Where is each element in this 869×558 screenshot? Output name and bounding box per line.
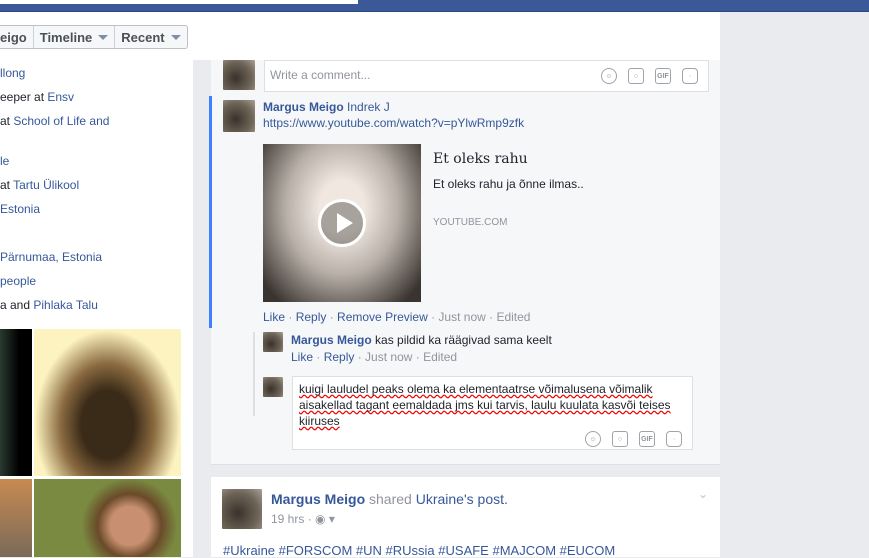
intro-item: llong [0,66,25,80]
preview-description: Et oleks rahu ja õnne ilmas.. [433,177,584,191]
shared-page-link[interactable]: Ukraine [416,491,464,507]
intro-link[interactable]: Pärnumaa, Estonia [0,250,102,264]
reply-link[interactable]: Reply [296,310,327,324]
video-thumbnail[interactable] [263,144,421,302]
globe-icon: ◉ [315,512,326,526]
intro-column: llong eeper at Ensv at School of Life an… [0,60,193,557]
shared-post: Margus Meigo shared Ukraine's post. 19 h… [211,477,720,558]
intro-link[interactable]: people [0,274,36,288]
chevron-down-icon [170,34,181,40]
intro-link[interactable]: Tartu Ülikool [13,178,79,192]
comment: Margus Meigo Indrek J https://www.youtub… [263,100,524,132]
intro-link[interactable]: Ensv [47,90,74,104]
camera-icon[interactable]: ○ [628,68,644,84]
preview-title[interactable]: Et oleks rahu [433,151,528,167]
comment-input[interactable]: Write a comment... ☺ ○ GIF · [264,60,709,92]
intro-link[interactable]: llong [0,66,25,80]
post-comments: Write a comment... ☺ ○ GIF · Margus Meig… [209,60,720,465]
camera-icon[interactable]: ○ [612,431,628,447]
avatar [223,60,255,90]
reply-input[interactable]: kuigi lauludel peaks olema ka elementaat… [292,376,693,450]
avatar [223,100,255,132]
friend-photo[interactable] [0,479,32,557]
sticker-icon[interactable]: · [666,431,682,447]
timestamp[interactable]: 19 hrs [271,512,304,526]
reply-thread-line [253,332,255,416]
chevron-down-icon[interactable]: ⌄ [698,487,708,501]
privacy-dropdown-icon[interactable]: ▾ [329,512,335,526]
avatar[interactable] [222,489,262,529]
intro-item: a and Pihlaka Talu [0,298,98,312]
comment-actions: Like · Reply · Remove Preview · Just now… [263,310,531,324]
intro-link[interactable]: School of Life and [13,114,109,128]
like-link[interactable]: Like [263,310,285,324]
gif-icon[interactable]: GIF [655,68,671,84]
reply-author[interactable]: Margus Meigo [291,333,372,347]
remove-preview-link[interactable]: Remove Preview [337,310,428,324]
like-link[interactable]: Like [291,350,313,364]
recent-dropdown[interactable]: Recent [114,26,186,48]
timeline-dropdown[interactable]: Timeline [32,26,115,48]
intro-item: at Tartu Ülikool [0,178,80,192]
reply-link[interactable]: Reply [324,350,355,364]
gif-icon[interactable]: GIF [639,431,655,447]
intro-item: Pärnumaa, Estonia [0,250,102,264]
reply: Margus Meigo kas pildid ka räägivad sama… [291,333,552,347]
intro-item: eeper at Ensv [0,90,75,104]
friend-photo[interactable] [34,329,181,476]
post-meta: 19 hrs · ◉ ▾ [271,512,335,526]
avatar [263,332,283,352]
preview-domain: YOUTUBE.COM [433,217,508,228]
intro-link[interactable]: Estonia [0,202,40,216]
emoji-icon[interactable]: ☺ [601,68,617,84]
intro-item: at School of Life and [0,114,110,128]
intro-item: Estonia [0,202,40,216]
intro-link[interactable]: Pihlaka Talu [33,298,98,312]
mention-link[interactable]: Indrek J [347,100,390,114]
intro-item: people [0,274,36,288]
intro-link[interactable]: le [0,154,9,168]
friend-photo[interactable] [34,479,181,557]
post-link[interactable]: 's post. [464,491,508,507]
profile-name-button[interactable]: eigo [0,26,33,48]
sticker-icon[interactable]: · [682,68,698,84]
comment-author[interactable]: Margus Meigo [263,100,344,114]
highlight-bar [209,96,212,328]
avatar [263,377,283,397]
play-icon[interactable] [318,199,366,247]
post-author[interactable]: Margus Meigo [271,491,365,507]
intro-item: le [0,154,9,168]
search-input[interactable] [0,0,358,4]
url-link[interactable]: https://www.youtube.com/watch?v=pYlwRmp9… [263,116,524,130]
timeline-nav: eigo Timeline Recent [0,25,188,49]
friend-photo[interactable] [0,329,32,476]
emoji-icon[interactable]: ☺ [585,431,601,447]
reply-actions: Like · Reply · Just now · Edited [291,350,458,364]
chevron-down-icon [98,34,109,40]
post-header: Margus Meigo shared Ukraine's post. [271,491,508,507]
hashtags[interactable]: #Ukraine #FORSCOM #UN #RUssia #USAFE #MA… [223,543,615,558]
